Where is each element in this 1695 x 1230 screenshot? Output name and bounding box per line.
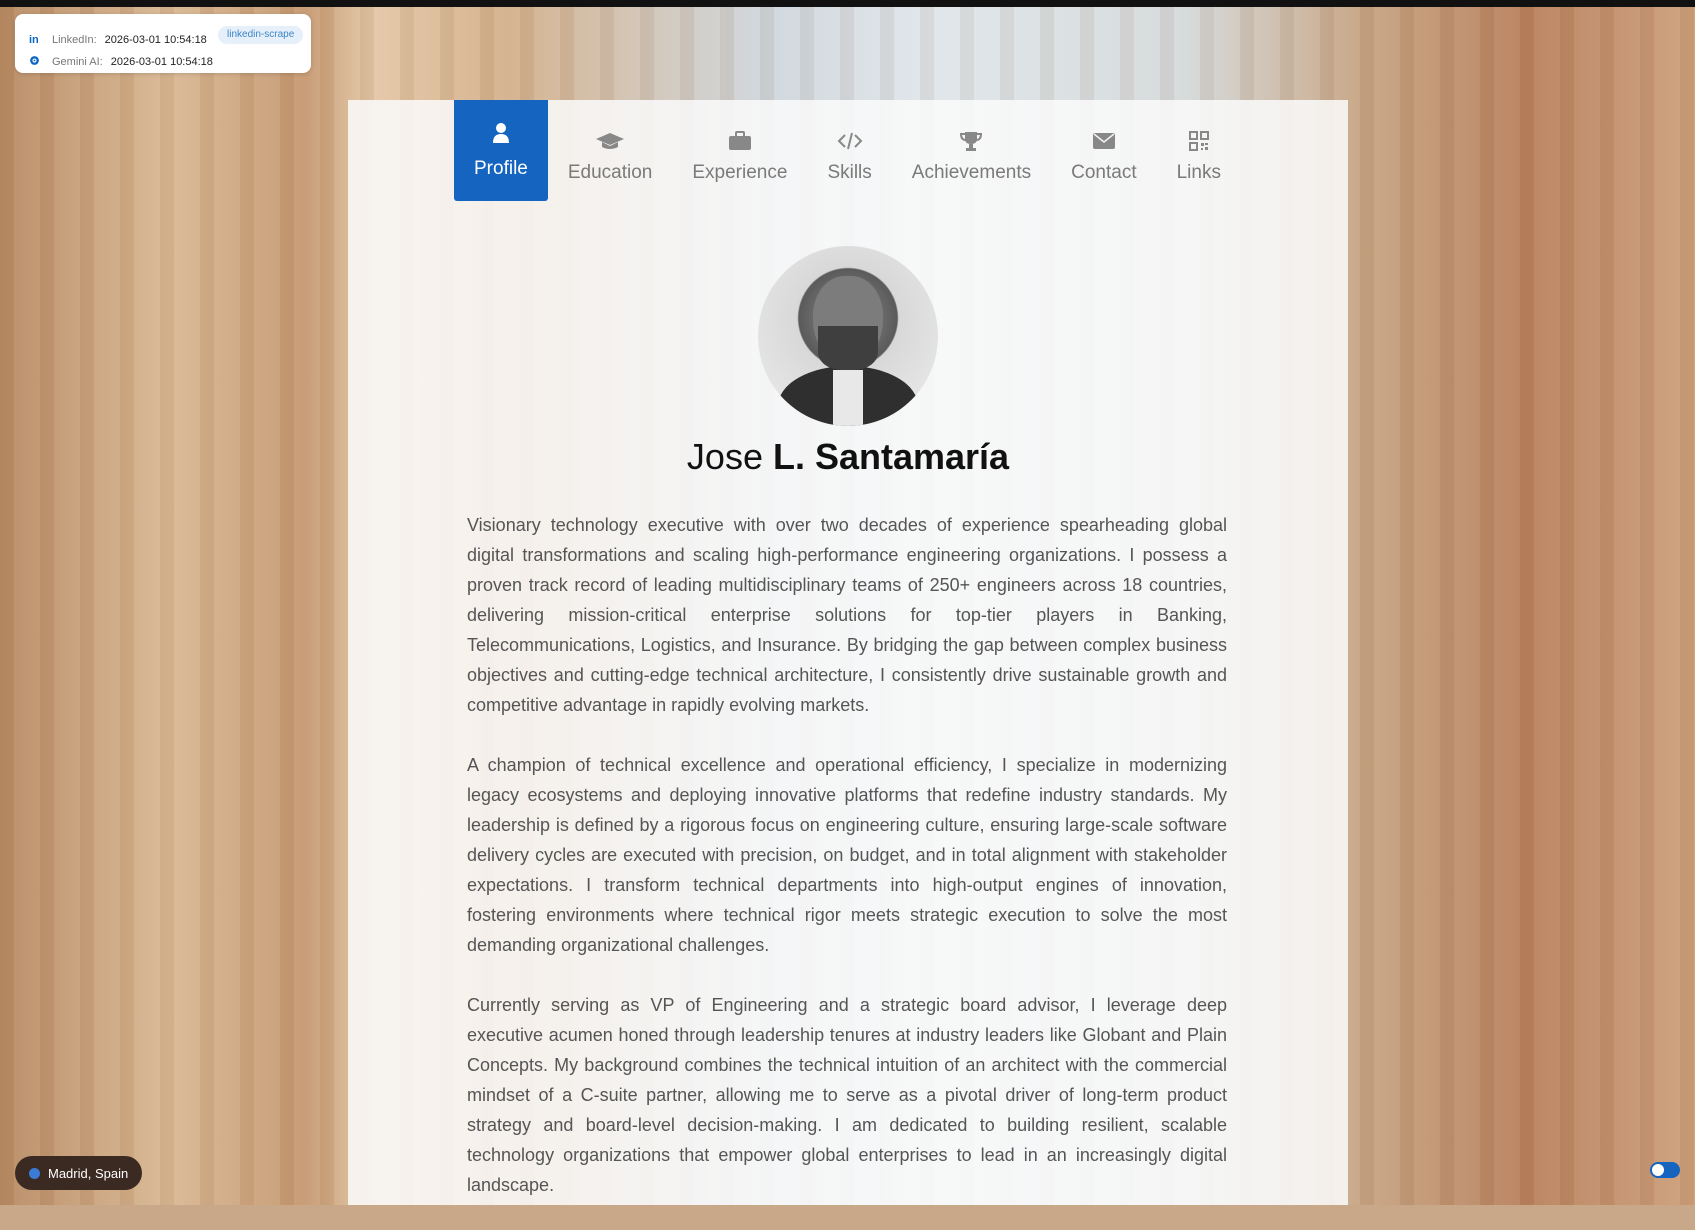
tab-profile[interactable]: Profile: [454, 100, 548, 201]
code-icon: [837, 130, 863, 152]
tab-label: Contact: [1071, 162, 1137, 183]
profile-name: Jose L. Santamaría: [348, 436, 1348, 478]
user-icon: [492, 118, 510, 148]
linkedin-label: LinkedIn:: [52, 34, 97, 46]
tab-label: Skills: [827, 162, 872, 183]
location-text: Madrid, Spain: [48, 1165, 129, 1181]
top-bar: [0, 0, 1695, 7]
avatar: [758, 246, 938, 426]
gemini-status-row: Gemini AI: 2026-03-01 10:54:18: [29, 55, 213, 69]
nav-tabs: Profile Education Experience Skills Achi…: [454, 100, 1241, 201]
source-badge: linkedin-scrape: [218, 26, 304, 44]
gemini-timestamp: 2026-03-01 10:54:18: [110, 56, 213, 68]
sync-status-card: in LinkedIn: 2026-03-01 10:54:18 linkedi…: [15, 14, 311, 73]
toggle-knob: [1652, 1164, 1664, 1176]
briefcase-icon: [728, 130, 752, 152]
gear-icon: [29, 55, 43, 69]
location-badge: Madrid, Spain: [15, 1156, 143, 1190]
avatar-shirt: [833, 370, 863, 426]
bio-paragraph: A champion of technical excellence and o…: [467, 755, 1227, 955]
tab-achievements[interactable]: Achievements: [892, 100, 1051, 201]
avatar-beard: [818, 326, 878, 370]
qr-code-icon: [1188, 130, 1209, 152]
envelope-icon: [1092, 130, 1116, 152]
gemini-label: Gemini AI:: [52, 56, 103, 68]
linkedin-status-row: in LinkedIn: 2026-03-01 10:54:18: [29, 34, 207, 46]
bio-paragraph: Currently serving as VP of Engineering a…: [467, 995, 1227, 1195]
profile-bio: Visionary technology executive with over…: [467, 510, 1227, 1230]
tab-label: Achievements: [911, 162, 1032, 183]
bio-paragraph: Visionary technology executive with over…: [467, 515, 1227, 715]
tab-label: Experience: [692, 162, 788, 183]
linkedin-timestamp: 2026-03-01 10:54:18: [104, 34, 207, 46]
theme-toggle[interactable]: [1650, 1162, 1680, 1178]
linkedin-icon: in: [29, 34, 39, 46]
tab-links[interactable]: Links: [1157, 100, 1241, 201]
globe-icon: [29, 1167, 40, 1179]
tab-education[interactable]: Education: [548, 100, 673, 201]
graduation-cap-icon: [595, 130, 625, 152]
tab-label: Links: [1176, 162, 1221, 183]
trophy-icon: [960, 130, 983, 152]
last-name: L. Santamaría: [772, 436, 1010, 477]
first-name: Jose: [686, 436, 763, 477]
tab-label: Profile: [474, 158, 528, 179]
tab-experience[interactable]: Experience: [672, 100, 807, 201]
profile-panel: Profile Education Experience Skills Achi…: [348, 100, 1348, 1205]
tab-contact[interactable]: Contact: [1051, 100, 1156, 201]
tab-skills[interactable]: Skills: [807, 100, 891, 201]
tab-label: Education: [567, 162, 653, 183]
